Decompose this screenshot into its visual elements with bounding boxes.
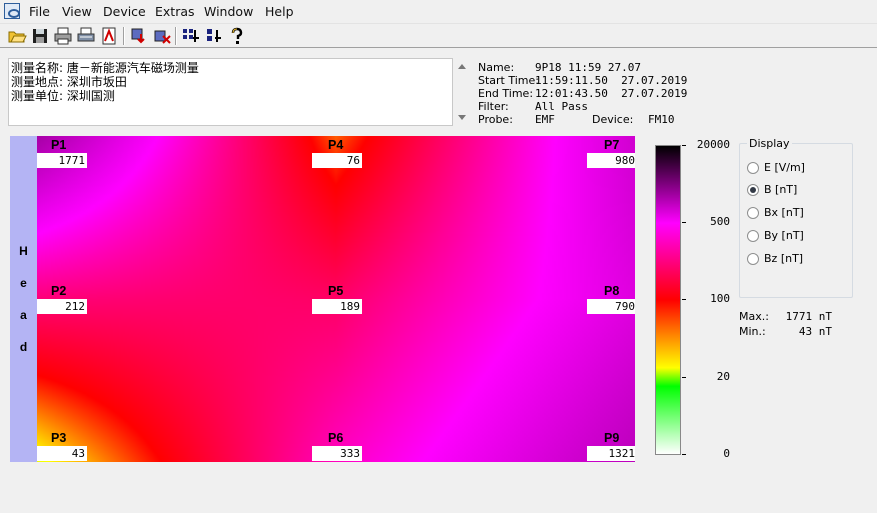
notes-scrollbar[interactable] [455,58,469,126]
open-icon[interactable] [7,26,27,46]
settings-grid-icon[interactable] [181,26,201,46]
scale-tick [682,299,686,300]
radio-label: B [nT] [764,183,798,196]
scale-label: 0 [723,447,730,460]
filter-label: Filter: [478,100,509,113]
point-value: 980 [587,153,635,168]
scale-label: 20 [716,370,730,383]
point-label: P6 [328,431,344,445]
point-label: P4 [328,138,344,152]
point-value: 43 [37,446,87,461]
radio-label: E [V/m] [764,161,805,174]
point-label: P9 [604,431,620,445]
scale-label: 500 [710,215,730,228]
start-time-label: Start Time: [478,74,539,87]
menu-file[interactable]: File [29,4,50,19]
head-letter: H [19,244,28,258]
max-value: 1771 nT [785,310,832,323]
toolbar-separator [175,27,177,45]
device-label: Device: [592,113,634,126]
point-label: P3 [51,431,67,445]
name-label: Name: [478,61,515,74]
radio-label: By [nT] [764,229,804,242]
point-value: 76 [312,153,362,168]
note-line: 测量单位: 深圳国测 [11,89,115,103]
probe-value: EMF [535,113,555,126]
radio-label: Bx [nT] [764,206,804,219]
start-time-value: 11:59:11.50 27.07.2019 [535,74,688,87]
menu-device[interactable]: Device [103,4,146,19]
end-time-value: 12:01:43.50 27.07.2019 [535,87,688,100]
device-value: FM10 [648,113,675,126]
radio-button-icon[interactable] [747,162,759,174]
point-label: P2 [51,284,67,298]
print-preview-icon[interactable] [76,26,96,46]
point-label: P8 [604,284,620,298]
report-icon[interactable] [99,26,119,46]
save-icon[interactable] [30,26,50,46]
point-value: 333 [312,446,362,461]
field-heatmap[interactable]: P1 1771 P4 76 P7 980 P2 212 P5 189 P8 79… [37,136,635,462]
menu-window[interactable]: Window [204,4,253,19]
help-icon[interactable] [227,26,247,46]
point-value: 1321 [587,446,635,461]
radio-label: Bz [nT] [764,252,804,265]
end-time-label: End Time: [478,87,534,100]
head-orientation-bar: H e a d [10,136,37,462]
point-label: P7 [604,138,620,152]
point-label: P5 [328,284,344,298]
min-value: 43 nT [798,325,832,338]
print-icon[interactable] [53,26,73,46]
scale-label: 20000 [696,138,730,151]
point-value: 212 [37,299,87,314]
head-letter: d [19,340,28,354]
app-icon[interactable] [4,3,20,19]
note-line: 测量地点: 深圳市坂田 [11,75,127,89]
scale-label: 100 [710,292,730,305]
point-value: 1771 [37,153,87,168]
device-disconnect-icon[interactable] [152,26,172,46]
color-scale-bar [655,145,681,455]
head-letter: e [20,276,27,290]
measurement-notes-textbox[interactable]: 测量名称: 唐－新能源汽车磁场测量 测量地点: 深圳市坂田 测量单位: 深圳国测 [8,58,453,126]
scale-tick [682,145,686,146]
display-group-title: Display [747,137,792,150]
menu-help[interactable]: Help [265,4,294,19]
radio-button-icon[interactable] [747,230,759,242]
scroll-down-arrow-icon[interactable] [458,115,466,120]
settings-single-icon[interactable] [204,26,224,46]
scale-tick [682,222,686,223]
scale-tick [682,377,686,378]
point-value: 189 [312,299,362,314]
radio-button-icon[interactable] [747,207,759,219]
radio-button-selected-icon[interactable] [747,184,759,196]
point-value: 790 [587,299,635,314]
point-label: P1 [51,138,67,152]
menu-bar: File View Device Extras Window Help [0,0,877,24]
filter-value: All Pass [535,100,588,113]
toolbar [0,24,877,48]
head-letter: a [20,308,27,322]
scale-tick [682,454,686,455]
menu-extras[interactable]: Extras [155,4,195,19]
menu-view[interactable]: View [62,4,92,19]
probe-label: Probe: [478,113,513,126]
toolbar-separator [123,27,125,45]
scroll-up-arrow-icon[interactable] [458,64,466,69]
note-line: 测量名称: 唐－新能源汽车磁场测量 [11,61,199,75]
radio-button-icon[interactable] [747,253,759,265]
device-download-icon[interactable] [129,26,149,46]
name-value: 9P18 11:59 27.07 [535,61,641,74]
